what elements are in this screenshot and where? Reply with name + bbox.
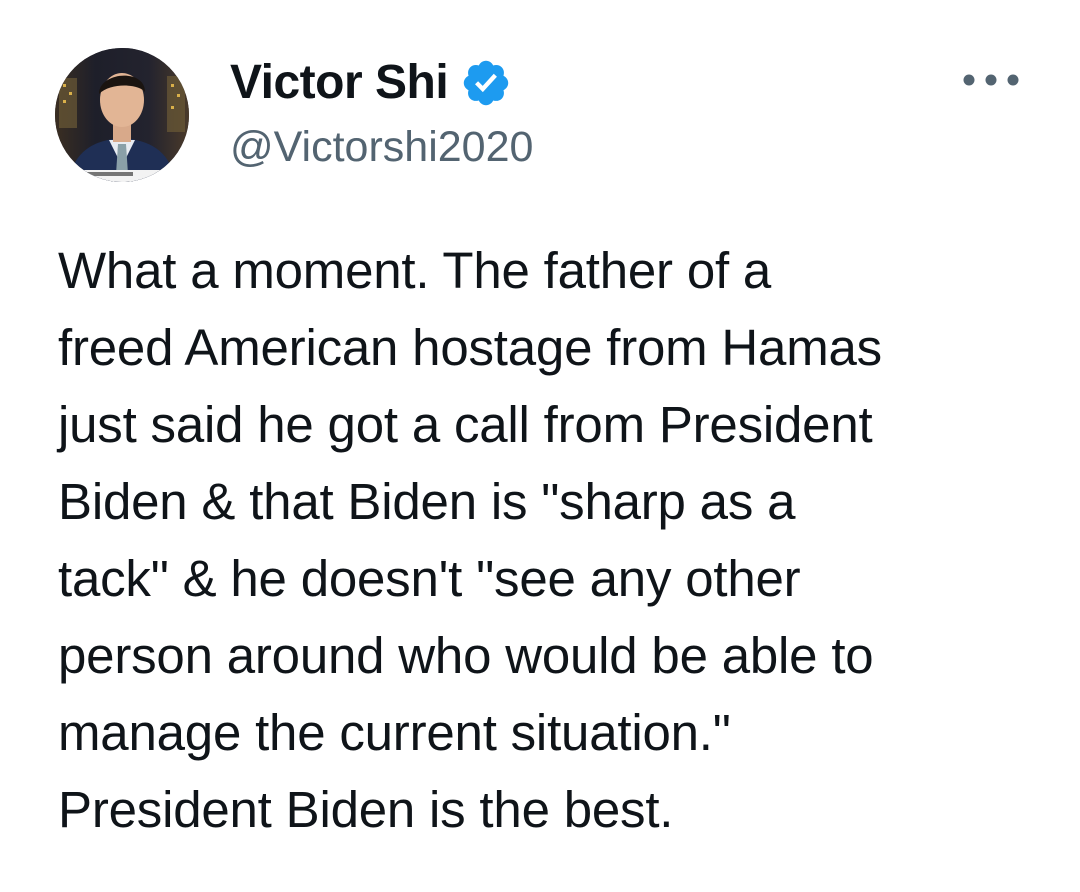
tweet-text: What a moment. The father of a freed Ame… [58, 242, 882, 838]
more-options-button[interactable] [958, 58, 1024, 102]
author-display-name[interactable]: Victor Shi [230, 59, 449, 107]
tweet-card: Victor Shi @Victorshi2020 What a moment.… [0, 0, 1080, 892]
author-name-row: Victor Shi [230, 52, 512, 114]
author-handle[interactable]: @Victorshi2020 [230, 123, 533, 171]
avatar[interactable] [55, 48, 189, 182]
profile-photo [55, 48, 189, 182]
more-horizontal-icon [963, 74, 1019, 86]
verified-badge-icon[interactable] [460, 57, 512, 109]
